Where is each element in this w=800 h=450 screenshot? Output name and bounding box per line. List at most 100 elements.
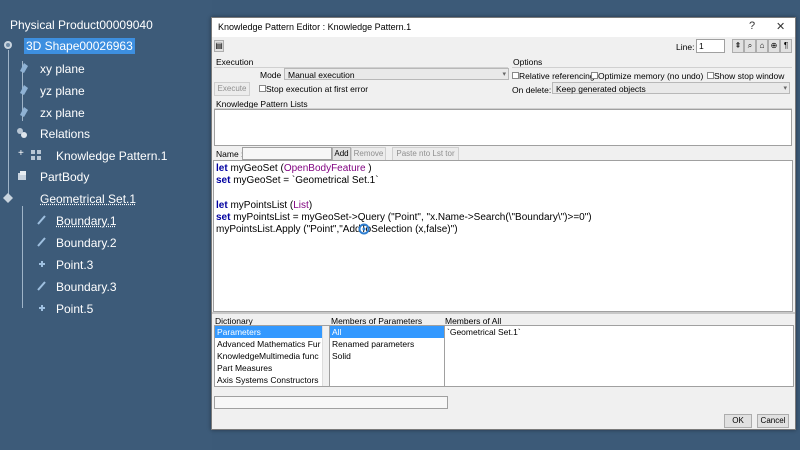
find-icon[interactable]: ⌕ xyxy=(744,39,756,53)
tree-node-knowledge-pattern[interactable]: Knowledge Pattern.1 xyxy=(56,148,167,164)
mode-select[interactable]: Manual execution ▾ xyxy=(284,68,509,80)
keyword-token: set xyxy=(216,175,231,187)
line-number-value: 1 xyxy=(699,41,704,51)
tree-node-boundary-1[interactable]: Boundary.1 xyxy=(56,213,117,229)
cursor-click-indicator-icon xyxy=(358,223,370,235)
paste-into-list-button[interactable]: Paste nto Lst tor xyxy=(392,147,459,161)
geometrical-set-icon xyxy=(3,193,13,203)
code-token: myPointsList = myGeoSet->Query ("Point",… xyxy=(230,211,592,223)
tree-node-3d-shape[interactable]: 3D Shape00026963 xyxy=(24,38,135,54)
code-token: ) xyxy=(308,199,313,211)
keyword-token: set xyxy=(216,211,231,223)
code-token: myPointsList.Apply ("Point","AddToSelect… xyxy=(216,223,458,235)
format-icon[interactable]: ¶ xyxy=(780,39,792,53)
execute-button[interactable]: Execute xyxy=(214,82,250,96)
members-parameters-list[interactable]: All Renamed parameters Solid xyxy=(329,325,445,387)
add-button[interactable]: Add xyxy=(332,147,351,161)
type-token: OpenBodyFeature xyxy=(283,163,366,174)
relative-referencing-checkbox[interactable] xyxy=(512,72,519,79)
tree-connector-line xyxy=(22,206,23,308)
list-item[interactable]: Advanced Mathematics Fur xyxy=(215,338,329,350)
code-token: myGeoSet ( xyxy=(227,163,284,174)
scrollbar[interactable] xyxy=(322,326,329,386)
options-section-label: Options xyxy=(513,57,543,67)
tree-node-root-product[interactable]: Physical Product00009040 xyxy=(10,17,153,33)
tree-node-boundary-3[interactable]: Boundary.3 xyxy=(56,279,117,295)
type-token: List xyxy=(293,199,309,211)
list-item[interactable]: `Geometrical Set.1` xyxy=(445,326,793,338)
line-number-field[interactable]: 1 xyxy=(696,39,725,53)
execution-section-label: Execution xyxy=(216,57,254,67)
name-field[interactable] xyxy=(242,147,332,160)
tree-label: 3D Shape00026963 xyxy=(26,39,133,53)
knowledge-pattern-icon xyxy=(31,150,41,160)
show-stop-window-checkbox[interactable] xyxy=(707,72,714,79)
plane-icon xyxy=(20,107,28,117)
splitter[interactable] xyxy=(212,312,795,314)
dialog-titlebar[interactable]: Knowledge Pattern Editor : Knowledge Pat… xyxy=(212,18,795,37)
optimize-memory-label: Optimize memory (no undo) xyxy=(598,71,704,81)
stop-first-error-checkbox[interactable] xyxy=(259,85,266,92)
dialog-title: Knowledge Pattern Editor : Knowledge Pat… xyxy=(218,22,412,32)
divider xyxy=(512,67,792,68)
show-stop-window-label: Show stop window xyxy=(714,71,785,81)
tree-label: zx plane xyxy=(40,106,85,120)
tree-node-point-3[interactable]: Point.3 xyxy=(56,257,93,273)
list-item[interactable]: Axis Systems Constructors xyxy=(215,374,329,386)
tree-node-yz-plane[interactable]: yz plane xyxy=(40,83,85,99)
chevron-down-icon: ▾ xyxy=(502,71,506,78)
bookmark-icon[interactable]: ⌂ xyxy=(756,39,768,53)
code-line: set myGeoSet = `Geometrical Set.1` xyxy=(216,175,790,187)
ok-button[interactable]: OK xyxy=(724,414,752,428)
relative-referencing-label: Relative referencing xyxy=(519,71,595,81)
tree-label: Point.5 xyxy=(56,302,94,316)
goto-line-icon[interactable]: ⇞ xyxy=(732,39,744,53)
members-all-list[interactable]: `Geometrical Set.1` xyxy=(444,325,794,387)
code-token: myPointsList ( xyxy=(227,199,294,211)
tree-label: Point.3 xyxy=(56,258,94,272)
dictionary-list[interactable]: Parameters Advanced Mathematics Fur Know… xyxy=(214,325,330,387)
remove-button[interactable]: Remove xyxy=(351,147,386,161)
code-line: myPointsList.Apply ("Point","AddToSelect… xyxy=(216,224,790,236)
partbody-icon xyxy=(18,171,26,180)
specification-tree: Physical Product00009040 3D Shape0002696… xyxy=(0,0,212,450)
tree-label: Relations xyxy=(40,127,91,141)
tree-label: Boundary.3 xyxy=(56,280,117,294)
tree-node-relations[interactable]: Relations xyxy=(40,126,90,142)
point-icon xyxy=(39,261,45,267)
code-token: myGeoSet = `Geometrical Set.1` xyxy=(230,175,379,187)
toolbar-icon-button[interactable]: ▤ xyxy=(214,40,224,52)
kp-lists-box[interactable] xyxy=(214,109,792,146)
tree-node-geometrical-set[interactable]: Geometrical Set.1 xyxy=(40,191,136,207)
tree-node-zx-plane[interactable]: zx plane xyxy=(40,105,85,121)
expand-plus-icon[interactable]: + xyxy=(18,148,24,159)
boundary-icon xyxy=(37,215,46,225)
chevron-down-icon: ▾ xyxy=(783,85,787,92)
list-item[interactable]: Part Measures xyxy=(215,362,329,374)
close-button[interactable]: ✕ xyxy=(776,20,785,33)
line-label: Line: xyxy=(676,42,695,52)
list-item[interactable]: KnowledgeMultimedia func xyxy=(215,350,329,362)
mode-label: Mode xyxy=(260,70,282,80)
list-item[interactable]: Solid xyxy=(330,350,444,362)
code-line: let myGeoSet (OpenBodyFeature ) xyxy=(216,163,790,175)
optimize-memory-checkbox[interactable] xyxy=(591,72,598,79)
help-button[interactable]: ? xyxy=(749,20,755,32)
list-item[interactable]: All xyxy=(330,326,444,338)
tree-node-xy-plane[interactable]: xy plane xyxy=(40,61,85,77)
name-label: Name : xyxy=(216,149,244,159)
cancel-button[interactable]: Cancel xyxy=(757,414,789,428)
boundary-icon xyxy=(37,281,46,291)
description-field[interactable] xyxy=(214,396,448,409)
tree-node-boundary-2[interactable]: Boundary.2 xyxy=(56,235,117,251)
tree-node-point-5[interactable]: Point.5 xyxy=(56,301,93,317)
tree-node-partbody[interactable]: PartBody xyxy=(40,169,89,185)
code-line: let myPointsList (List) xyxy=(216,200,790,212)
list-item[interactable]: Renamed parameters xyxy=(330,338,444,350)
zoom-icon[interactable]: ⊕ xyxy=(768,39,780,53)
on-delete-select[interactable]: Keep generated objects ▾ xyxy=(552,82,790,94)
list-item[interactable]: Parameters xyxy=(215,326,329,338)
code-editor[interactable]: let myGeoSet (OpenBodyFeature ) set myGe… xyxy=(213,160,793,312)
code-line: set myPointsList = myGeoSet->Query ("Poi… xyxy=(216,212,790,224)
